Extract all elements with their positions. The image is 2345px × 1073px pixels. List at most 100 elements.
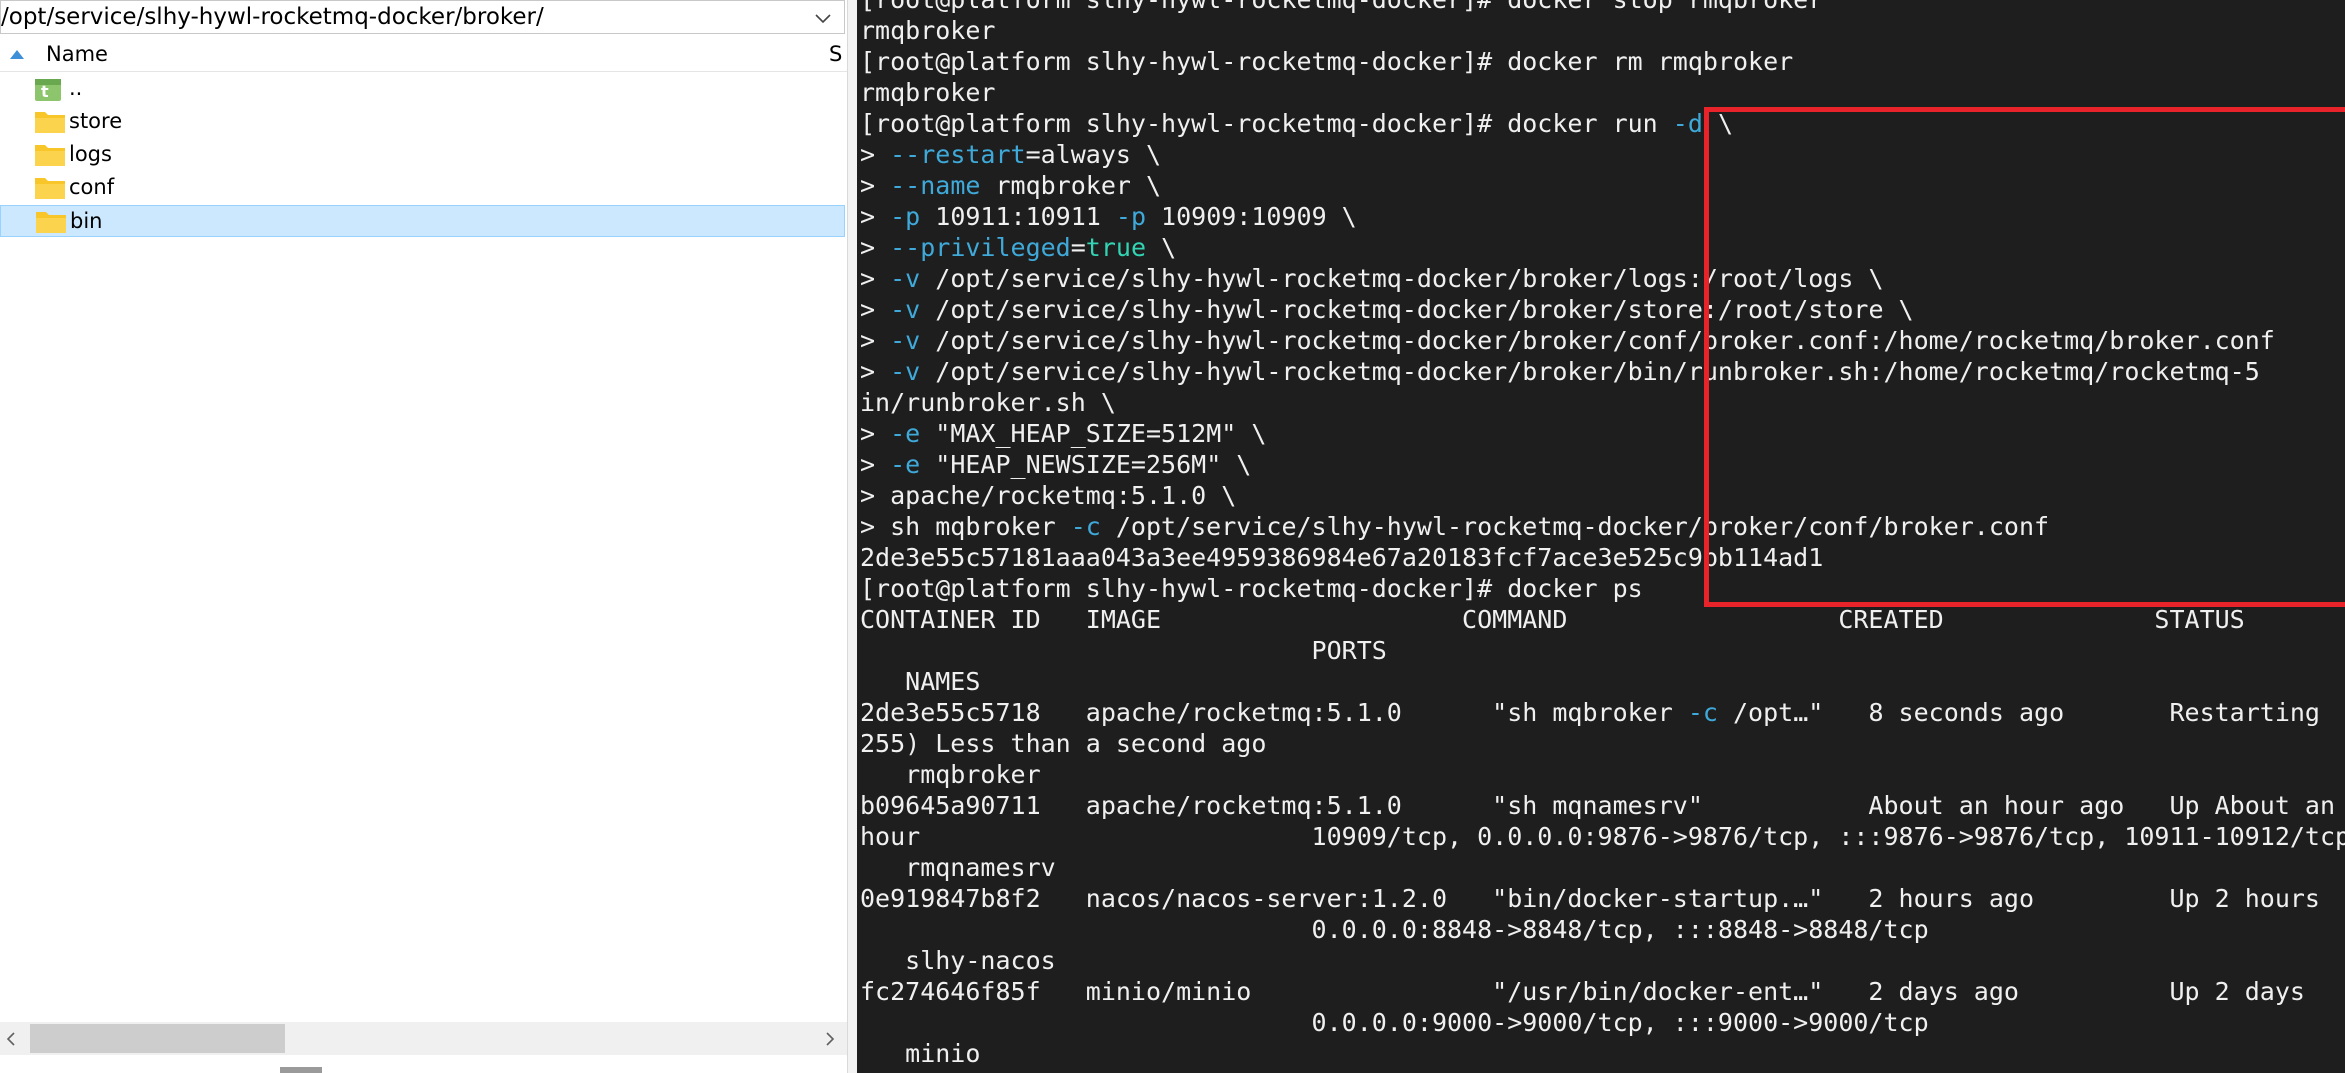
terminal-line: > -v /opt/service/slhy-hywl-rocketmq-doc… <box>860 263 2345 294</box>
terminal-line: PORTS <box>860 635 2345 666</box>
folder-icon <box>35 178 65 199</box>
terminal-text: [root@platform slhy-hywl-rocketmq-docker… <box>860 574 1643 603</box>
terminal-text: /opt/service/slhy-hywl-rocketmq-docker/b… <box>920 326 2275 355</box>
file-list-item-conf[interactable]: conf <box>0 172 845 204</box>
terminal-text: hour 10909/tcp, 0.0.0.0:9876->9876/tcp, … <box>860 822 2345 851</box>
path-text: /opt/service/slhy-hywl-rocketmq-docker/b… <box>1 4 544 30</box>
terminal-text: -d <box>1672 109 1703 138</box>
terminal-line: > -e "HEAP_NEWSIZE=256M" \ <box>860 449 2345 480</box>
terminal-text: > <box>860 233 891 262</box>
terminal-text: \ <box>1146 233 1177 262</box>
terminal-line: rmqbroker <box>860 15 2345 46</box>
terminal-text: > <box>860 419 891 448</box>
folder-icon <box>35 112 65 133</box>
terminal-text: -p <box>1115 202 1146 231</box>
chevron-down-icon[interactable] <box>812 7 834 29</box>
terminal-line: 0e919847b8f2 nacos/nacos-server:1.2.0 "b… <box>860 883 2345 914</box>
terminal-text: \ <box>1702 109 1733 138</box>
terminal-text: -c <box>1687 698 1718 727</box>
terminal-line: minio <box>860 1038 2345 1069</box>
terminal-text: "MAX_HEAP_SIZE=512M" \ <box>920 419 1267 448</box>
terminal-text: 0.0.0.0:8848->8848/tcp, :::8848->8848/tc… <box>860 915 1929 944</box>
chevron-left-icon[interactable] <box>4 1030 18 1048</box>
terminal-line: 3518a6c45853 busybox "/bin/sh -c 'while … <box>860 1069 2345 1073</box>
terminal-text: > <box>860 202 891 231</box>
file-browser-pane: /opt/service/slhy-hywl-rocketmq-docker/b… <box>0 0 847 1073</box>
status-strip <box>0 1056 847 1073</box>
terminal-text: fc274646f85f minio/minio "/usr/bin/docke… <box>860 977 2305 1006</box>
terminal-text: [root@platform slhy-hywl-rocketmq-docker… <box>860 47 1794 76</box>
horizontal-scrollbar[interactable] <box>0 1022 847 1055</box>
terminal-line: > --privileged=true \ <box>860 232 2345 263</box>
terminal-text: -e <box>890 419 921 448</box>
sort-ascending-icon[interactable] <box>9 48 25 60</box>
terminal-line: fc274646f85f minio/minio "/usr/bin/docke… <box>860 976 2345 1007</box>
terminal-line: CONTAINER ID IMAGE COMMAND CREATED STATU… <box>860 604 2345 635</box>
column-header: Name S <box>0 41 847 72</box>
terminal-text: "HEAP_NEWSIZE=256M" \ <box>920 450 1252 479</box>
terminal-text: 2de3e55c5718 apache/rocketmq:5.1.0 "sh m… <box>860 698 1688 727</box>
terminal-line: b09645a90711 apache/rocketmq:5.1.0 "sh m… <box>860 790 2345 821</box>
file-list-item-label: .. <box>69 76 83 100</box>
terminal-line: 0.0.0.0:9000->9000/tcp, :::9000->9000/tc… <box>860 1007 2345 1038</box>
terminal-text: -v <box>890 295 921 324</box>
terminal-line: [root@platform slhy-hywl-rocketmq-docker… <box>860 108 2345 139</box>
terminal-text: -v <box>890 326 921 355</box>
file-list-item-parent[interactable]: t .. <box>0 73 845 105</box>
terminal-text: -v <box>890 357 921 386</box>
terminal-text: [root@platform slhy-hywl-rocketmq-docker… <box>860 0 1823 14</box>
terminal-line: > -v /opt/service/slhy-hywl-rocketmq-doc… <box>860 325 2345 356</box>
terminal-text: > <box>860 450 891 479</box>
terminal-text: rmqbroker <box>860 760 1041 789</box>
terminal-line: hour 10909/tcp, 0.0.0.0:9876->9876/tcp, … <box>860 821 2345 852</box>
terminal-text: /opt/service/slhy-hywl-rocketmq-docker/b… <box>920 357 2260 386</box>
terminal-text: PORTS <box>860 636 1387 665</box>
terminal-line: 2de3e55c57181aaa043a3ee4959386984e67a201… <box>860 542 2345 573</box>
terminal-text: rmqbroker <box>860 16 996 45</box>
file-list-item-label: store <box>69 109 123 133</box>
terminal-text: =always \ <box>1025 140 1162 169</box>
terminal-text: 255) Less than a second ago <box>860 729 1267 758</box>
terminal-text: /opt…" 8 seconds ago Restarting <box>1717 698 2320 727</box>
terminal-text: > <box>860 357 891 386</box>
folder-icon <box>36 212 66 233</box>
terminal-text: --name <box>890 171 981 200</box>
terminal-line: in/runbroker.sh \ <box>860 387 2345 418</box>
terminal-line: rmqbroker <box>860 759 2345 790</box>
terminal-line: [root@platform slhy-hywl-rocketmq-docker… <box>860 46 2345 77</box>
terminal-text: 2de3e55c57181aaa043a3ee4959386984e67a201… <box>860 543 1824 572</box>
scrollbar-thumb[interactable] <box>30 1024 285 1053</box>
terminal-text: CONTAINER ID IMAGE COMMAND CREATED STATU… <box>860 605 2245 634</box>
terminal-line: > apache/rocketmq:5.1.0 \ <box>860 480 2345 511</box>
terminal-text: = <box>1070 233 1086 262</box>
terminal-text: > <box>860 140 891 169</box>
file-list-item-bin[interactable]: bin <box>0 205 845 237</box>
terminal-line: rmqnamesrv <box>860 852 2345 883</box>
terminal-text: -p <box>890 202 921 231</box>
terminal-line: > sh mqbroker -c /opt/service/slhy-hywl-… <box>860 511 2345 542</box>
terminal-text: > <box>860 295 891 324</box>
chevron-right-icon[interactable] <box>823 1030 837 1048</box>
file-list-item-store[interactable]: store <box>0 106 845 138</box>
terminal-text: /opt/service/slhy-hywl-rocketmq-docker/b… <box>1100 512 2050 541</box>
svg-text:t: t <box>41 82 49 101</box>
parent-folder-icon: t <box>35 79 61 101</box>
column-header-name[interactable]: Name <box>46 42 108 66</box>
column-header-size[interactable]: S <box>829 42 842 66</box>
terminal-text: minio <box>860 1039 981 1068</box>
file-list-item-logs[interactable]: logs <box>0 139 845 171</box>
terminal-text: 10911:10911 <box>920 202 1116 231</box>
terminal-line: slhy-nacos <box>860 945 2345 976</box>
folder-icon <box>35 145 65 166</box>
terminal-line: > --restart=always \ <box>860 139 2345 170</box>
terminal-text: true <box>1085 233 1147 262</box>
terminal-line: > --name rmqbroker \ <box>860 170 2345 201</box>
terminal-line: [root@platform slhy-hywl-rocketmq-docker… <box>860 0 2345 15</box>
status-strip-mark <box>280 1067 322 1073</box>
terminal-text: > <box>860 264 891 293</box>
terminal-text: -e <box>890 450 921 479</box>
pane-splitter[interactable] <box>847 0 857 1073</box>
path-bar[interactable]: /opt/service/slhy-hywl-rocketmq-docker/b… <box>0 0 845 34</box>
terminal-line: 0.0.0.0:8848->8848/tcp, :::8848->8848/tc… <box>860 914 2345 945</box>
terminal-pane[interactable]: [root@platform slhy-hywl-rocketmq-docker… <box>857 0 2345 1073</box>
